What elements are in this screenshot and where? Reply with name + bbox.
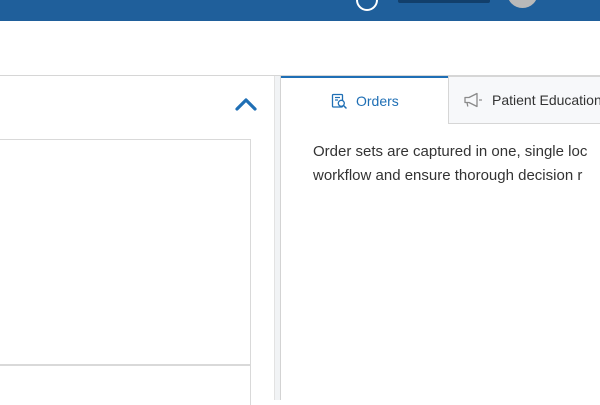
tab-patient-education-label: Patient Education	[492, 92, 600, 108]
left-content-card	[0, 139, 251, 365]
top-action-button[interactable]	[398, 0, 490, 3]
chevron-up-icon	[235, 98, 257, 111]
description-line-2: workflow and ensure thorough decision r	[313, 167, 583, 184]
right-panel: Orders Patient Education Order sets are …	[280, 76, 600, 400]
tab-patient-education[interactable]: Patient Education	[448, 76, 600, 124]
avatar[interactable]	[507, 0, 538, 8]
order-set-description: Order sets are captured in one, single l…	[313, 140, 600, 188]
orders-search-icon	[331, 93, 347, 109]
toolbar-area	[0, 21, 600, 76]
description-line-1: Order sets are captured in one, single l…	[313, 143, 588, 160]
top-navigation-bar	[0, 0, 600, 21]
tab-orders-label: Orders	[356, 93, 399, 109]
megaphone-icon	[463, 92, 483, 108]
help-icon[interactable]	[356, 0, 378, 11]
left-content-card-secondary	[0, 365, 251, 405]
collapse-button[interactable]	[234, 94, 258, 114]
tab-orders[interactable]: Orders	[281, 76, 448, 124]
